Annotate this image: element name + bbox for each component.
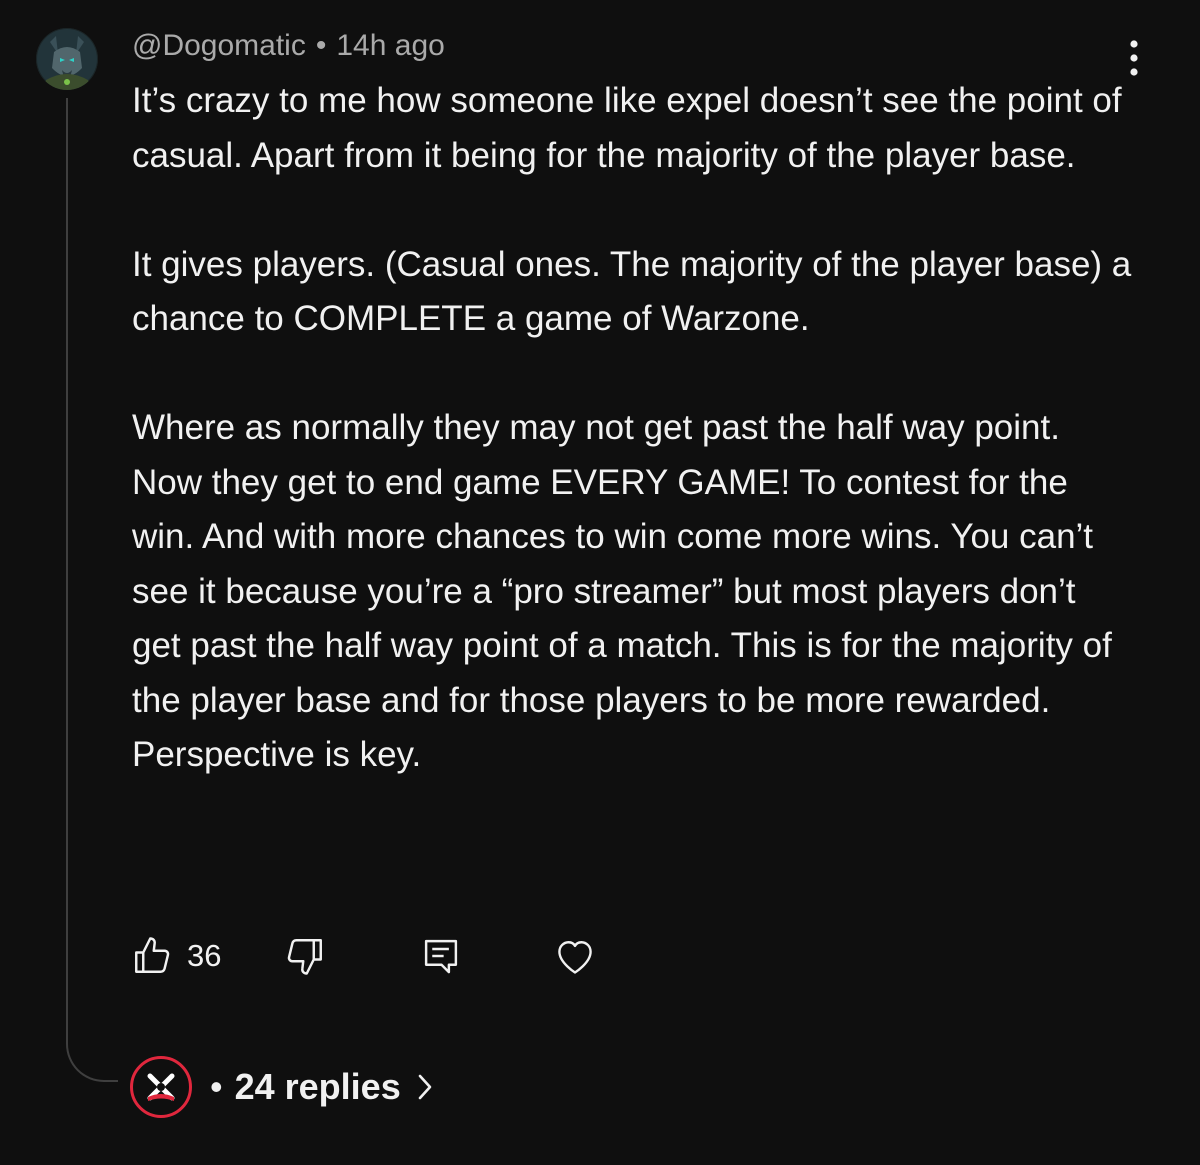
author-avatar[interactable]	[36, 28, 98, 90]
crossed-logo-icon	[147, 1073, 175, 1101]
header-separator: •	[315, 29, 327, 62]
comment-paragraph: It’s crazy to me how someone like expel …	[132, 81, 1122, 175]
replies-separator: •	[210, 1066, 223, 1107]
like-count: 36	[187, 938, 222, 973]
comment-paragraph: Where as normally they may not get past …	[132, 408, 1112, 774]
replies-count-label[interactable]: 24 replies	[235, 1066, 401, 1108]
comment-body: It’s crazy to me how someone like expel …	[132, 74, 1132, 783]
author-avatar-image	[36, 28, 98, 90]
reply-comment-icon	[424, 939, 458, 974]
comment-paragraph: It gives players. (Casual ones. The majo…	[132, 244, 1132, 339]
comment-timestamp[interactable]: 14h ago	[336, 29, 444, 62]
thumbs-down-icon	[287, 939, 322, 975]
reply-button[interactable]	[420, 934, 462, 978]
comment-header: @Dogomatic • 14h ago	[132, 28, 445, 64]
author-handle[interactable]: @Dogomatic	[132, 29, 306, 62]
chevron-right-icon	[417, 1073, 433, 1101]
view-replies-button[interactable]: • 24 replies	[130, 1054, 433, 1120]
like-button[interactable]: 36	[131, 934, 221, 978]
replier-avatar	[130, 1056, 192, 1118]
dislike-button[interactable]	[284, 934, 326, 978]
thumbs-up-icon	[135, 937, 170, 973]
heart-icon	[558, 941, 592, 974]
heart-button[interactable]	[552, 934, 598, 978]
comment-actions: 36	[0, 934, 1200, 978]
